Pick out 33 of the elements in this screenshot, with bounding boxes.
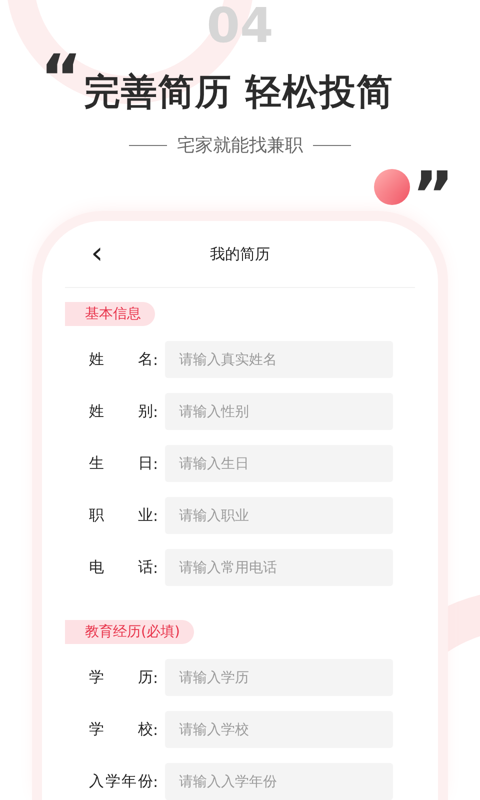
input-field[interactable]: 请输入入学年份 [165, 763, 393, 800]
screen-title: 我的简历 [210, 244, 270, 264]
field-label: 学校 [89, 720, 153, 739]
field-label: 生日 [89, 454, 153, 473]
dot-icon [374, 169, 410, 205]
input-field[interactable]: 请输入学历 [165, 659, 393, 696]
field-label: 职业 [89, 506, 153, 525]
input-field[interactable]: 请输入职业 [165, 497, 393, 534]
input-field[interactable]: 请输入学校 [165, 711, 393, 748]
tagline: 宅家就能找兼职 [177, 134, 303, 157]
headline: 完善简历 轻松投简 [84, 71, 394, 115]
label-colon: : [153, 506, 160, 524]
input-field[interactable]: 请输入真实姓名 [165, 341, 393, 378]
field-label: 入学年份 [89, 772, 153, 791]
input-field[interactable]: 请输入常用电话 [165, 549, 393, 586]
close-quote: ” [412, 171, 454, 222]
input-field[interactable]: 请输入生日 [165, 445, 393, 482]
open-quote: “ [40, 54, 82, 106]
field-label: 姓名 [89, 350, 153, 369]
label-colon: : [153, 720, 160, 738]
label-colon: : [153, 558, 160, 576]
field-label: 电话 [89, 558, 153, 577]
label-colon: : [153, 350, 160, 368]
label-colon: : [153, 454, 160, 472]
field-label: 姓别 [89, 402, 153, 421]
section-tag: 教育经历(必填) [65, 620, 194, 644]
label-colon: : [153, 402, 160, 420]
section-tag: 基本信息 [65, 302, 155, 326]
label-colon: : [153, 772, 160, 790]
label-colon: : [153, 668, 160, 686]
field-label: 学历 [89, 668, 153, 687]
input-field[interactable]: 请输入性别 [165, 393, 393, 430]
back-button[interactable]: ‹ [87, 239, 107, 269]
